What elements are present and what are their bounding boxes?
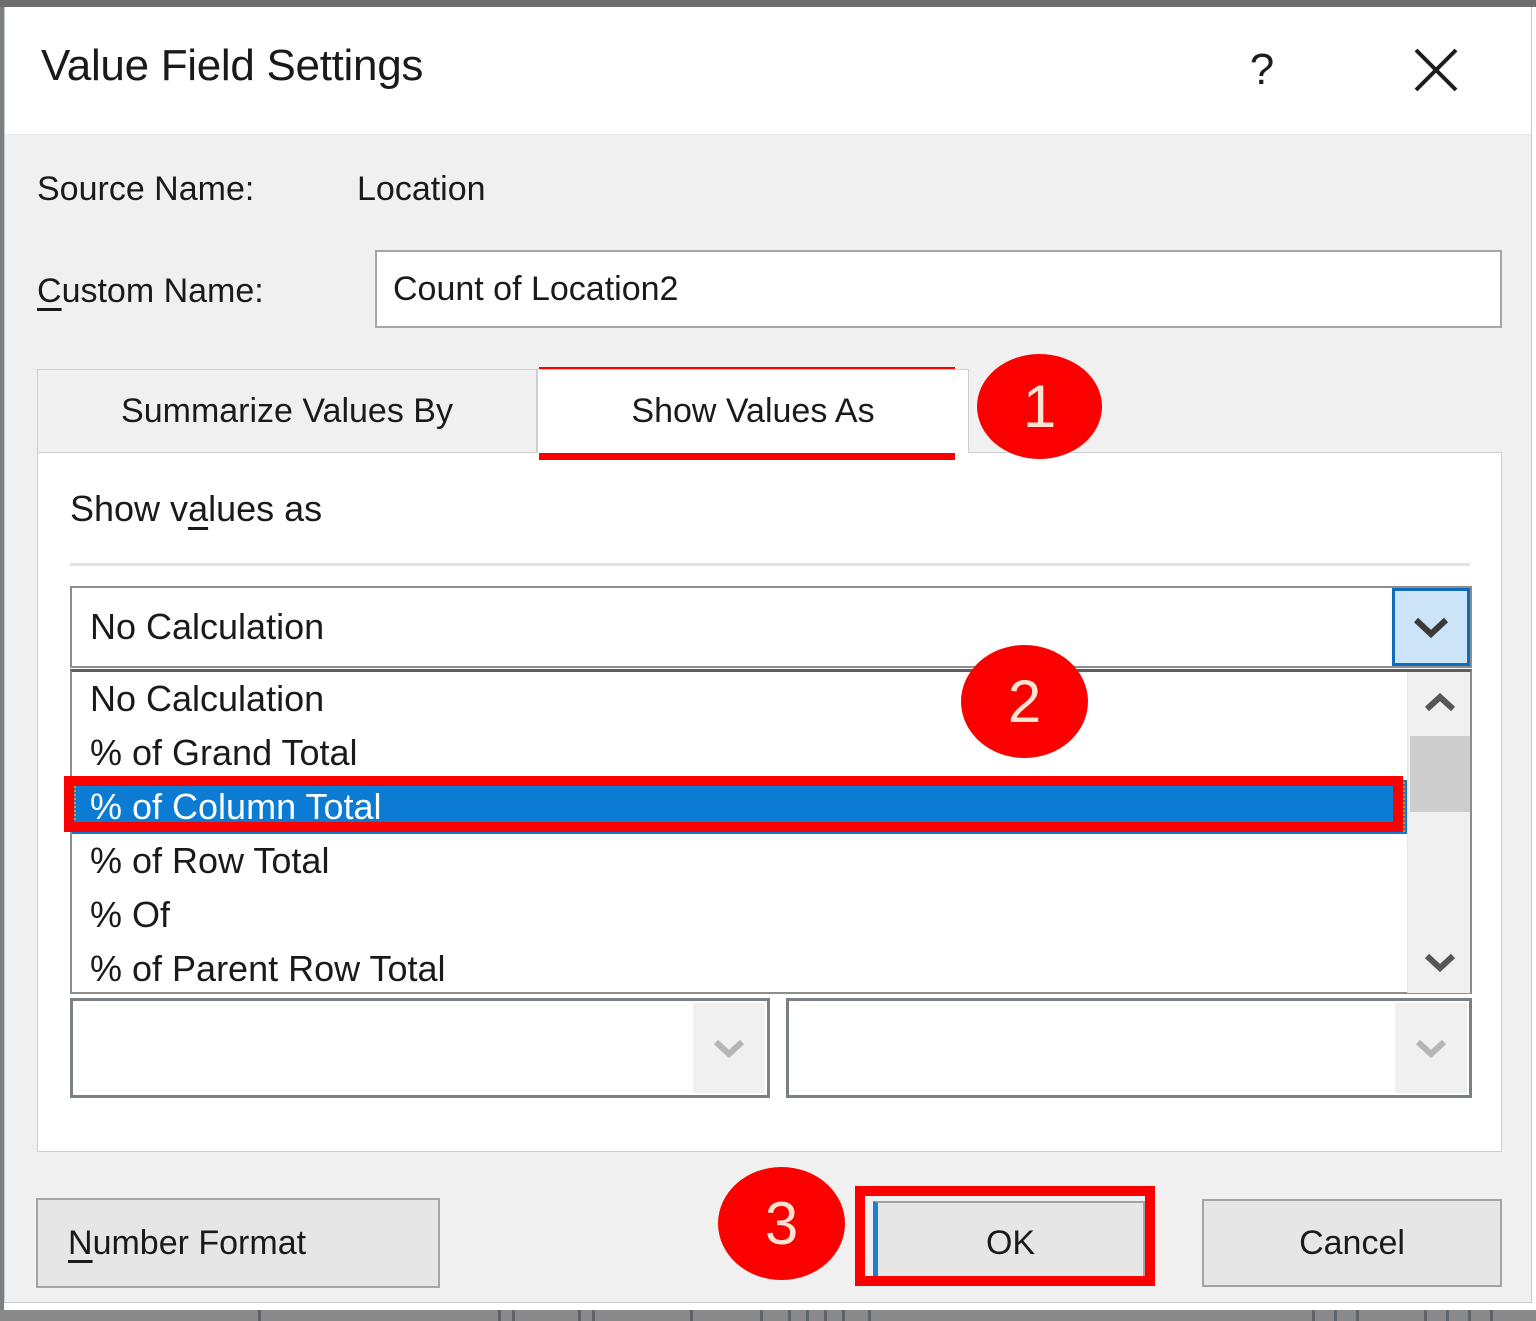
- tab-summarize-values-by[interactable]: Summarize Values By: [37, 369, 537, 453]
- list-item-selected[interactable]: % of Column Total: [72, 780, 1407, 834]
- source-name-label: Source Name:: [37, 170, 255, 208]
- list-item[interactable]: No Calculation: [72, 672, 1470, 726]
- show-values-as-panel: Show values as No Calculation No Calcula…: [37, 452, 1502, 1152]
- show-values-as-dropdown-list[interactable]: No Calculation % of Grand Total % of Col…: [70, 669, 1472, 994]
- custom-name-label: Custom Name:: [37, 272, 264, 310]
- chevron-up-icon[interactable]: [1408, 672, 1471, 734]
- number-format-button[interactable]: Number Format: [36, 1198, 440, 1288]
- combobox-selected-value: No Calculation: [90, 606, 325, 647]
- value-field-settings-dialog: Value Field Settings ? Source Name: Loca…: [4, 7, 1532, 1303]
- chevron-down-icon[interactable]: [1408, 931, 1471, 993]
- list-item[interactable]: % of Parent Row Total: [72, 942, 1470, 996]
- annotation-badge-1: 1: [977, 354, 1102, 459]
- background-top-strip: [0, 0, 1536, 7]
- tabstrip: Summarize Values By Show Values As: [37, 369, 1502, 453]
- panel-divider: [70, 563, 1470, 566]
- show-values-as-label: Show values as: [70, 488, 323, 529]
- list-item[interactable]: % of Grand Total: [72, 726, 1470, 780]
- background-bottom-strip: [0, 1310, 1536, 1321]
- list-item[interactable]: % Of: [72, 888, 1470, 942]
- list-item[interactable]: % of Row Total: [72, 834, 1470, 888]
- help-glyph: ?: [1249, 45, 1275, 94]
- scrollbar-thumb[interactable]: [1410, 736, 1470, 812]
- tab-show-values-as[interactable]: Show Values As: [537, 369, 969, 453]
- source-name-value: Location: [357, 170, 486, 208]
- custom-name-input[interactable]: [375, 250, 1502, 328]
- chevron-down-icon[interactable]: [693, 1003, 765, 1093]
- dialog-title: Value Field Settings: [41, 41, 424, 90]
- cancel-button[interactable]: Cancel: [1202, 1199, 1502, 1287]
- base-item-combobox[interactable]: [786, 998, 1472, 1098]
- chevron-down-icon[interactable]: [1395, 1003, 1467, 1093]
- dropdown-scrollbar[interactable]: [1407, 672, 1470, 993]
- annotation-badge-2: 2: [961, 645, 1088, 758]
- help-icon[interactable]: ?: [1217, 27, 1307, 113]
- dialog-titlebar: Value Field Settings ?: [5, 7, 1531, 135]
- chevron-down-icon[interactable]: [1392, 588, 1470, 666]
- close-icon[interactable]: [1391, 27, 1481, 113]
- show-values-as-combobox[interactable]: No Calculation: [70, 586, 1472, 668]
- ok-button[interactable]: OK: [873, 1201, 1145, 1285]
- base-field-combobox[interactable]: [70, 998, 770, 1098]
- screen: Value Field Settings ? Source Name: Loca…: [0, 0, 1536, 1321]
- annotation-badge-3: 3: [718, 1167, 845, 1280]
